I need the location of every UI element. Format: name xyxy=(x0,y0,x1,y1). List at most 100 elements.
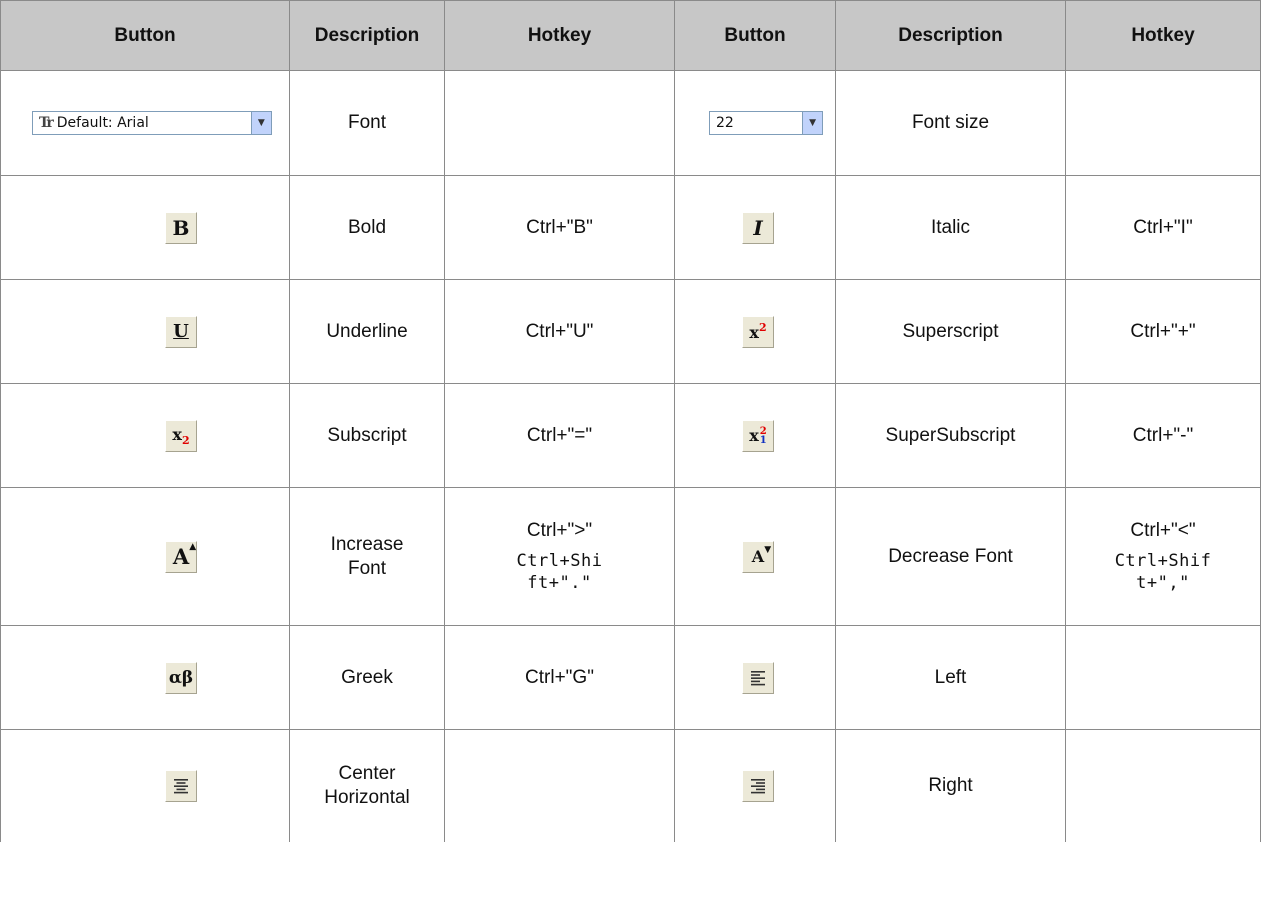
button-cell: A ▲ xyxy=(0,487,290,626)
header-description: Description xyxy=(835,0,1066,71)
hotkey-primary: Ctrl+">" xyxy=(526,519,593,541)
button-cell xyxy=(674,625,836,730)
header-hotkey: Hotkey xyxy=(1065,0,1261,71)
table-row: U Underline Ctrl+"U" x2 Superscript Ctrl… xyxy=(0,279,1261,384)
stack-bottom-digit: 1 xyxy=(759,434,767,446)
align-right-button[interactable] xyxy=(742,770,774,802)
superscript-button[interactable]: x2 xyxy=(742,315,774,348)
font-size-value: 22 xyxy=(716,115,734,131)
hotkey-cell: Ctrl+">" Ctrl+Shift+"." xyxy=(444,487,675,626)
header-button: Button xyxy=(0,0,290,71)
description-text: Center Horizontal xyxy=(324,763,410,808)
subscript-button[interactable]: x2 xyxy=(165,419,197,452)
description-cell: Increase Font xyxy=(289,487,445,626)
subscript-digit: 2 xyxy=(181,433,190,447)
hotkey-cell: Ctrl+"-" xyxy=(1065,383,1261,488)
header-button: Button xyxy=(674,0,836,71)
button-cell: I xyxy=(674,175,836,280)
align-left-icon xyxy=(751,670,765,685)
hotkey-cell: Ctrl+"U" xyxy=(444,279,675,384)
description-cell: Superscript xyxy=(835,279,1066,384)
font-name: Default: Arial xyxy=(56,115,149,131)
chevron-down-icon[interactable]: ▼ xyxy=(250,112,271,134)
align-center-button[interactable] xyxy=(165,770,197,802)
description-cell: Right xyxy=(835,729,1066,842)
description-cell: Greek xyxy=(289,625,445,730)
truetype-icon: Tr xyxy=(39,115,54,131)
description-cell: Underline xyxy=(289,279,445,384)
increase-font-icon: A ▲ xyxy=(172,542,196,569)
up-arrow-icon: ▲ xyxy=(189,542,197,552)
toolbar-reference-table: Button Description Hotkey Button Descrip… xyxy=(0,0,1261,842)
button-cell: A ▼ xyxy=(674,487,836,626)
description-cell: SuperSubscript xyxy=(835,383,1066,488)
greek-button[interactable]: αβ xyxy=(165,661,197,694)
table-row: Center Horizontal Right xyxy=(0,729,1261,842)
hotkey-cell xyxy=(1065,729,1261,842)
align-center-icon xyxy=(174,779,188,794)
base-x: x xyxy=(172,424,182,444)
bold-button[interactable]: B xyxy=(165,211,197,244)
description-cell: Bold xyxy=(289,175,445,280)
align-right-icon xyxy=(751,779,765,794)
hotkey-alternate: Ctrl+Shift+"," xyxy=(1114,550,1212,593)
letter-a: A xyxy=(172,544,190,569)
base-x: x xyxy=(749,323,759,342)
hotkey-cell xyxy=(444,729,675,842)
italic-icon: I xyxy=(753,215,763,240)
font-size-combobox[interactable]: 22 ▼ xyxy=(709,111,823,135)
down-arrow-icon: ▼ xyxy=(764,545,772,555)
table-row: A ▲ Increase Font Ctrl+">" Ctrl+Shift+"."… xyxy=(0,487,1261,626)
hotkey-cell: Ctrl+"=" xyxy=(444,383,675,488)
hotkey-cell: Ctrl+"G" xyxy=(444,625,675,730)
hotkey-alternate: Ctrl+Shift+"." xyxy=(516,550,603,593)
description-cell: Center Horizontal xyxy=(289,729,445,842)
base-x: x xyxy=(749,426,759,445)
description-cell: Font xyxy=(289,70,445,176)
underline-icon: U xyxy=(173,321,189,342)
supersubscript-icon: x21 xyxy=(749,426,767,445)
description-cell: Font size xyxy=(835,70,1066,176)
button-cell: B xyxy=(0,175,290,280)
increase-font-button[interactable]: A ▲ xyxy=(165,540,197,573)
description-cell: Subscript xyxy=(289,383,445,488)
description-cell: Left xyxy=(835,625,1066,730)
supersubscript-button[interactable]: x21 xyxy=(742,419,774,452)
hotkey-cell: Ctrl+"I" xyxy=(1065,175,1261,280)
button-cell: x2 xyxy=(674,279,836,384)
button-cell xyxy=(674,729,836,842)
header-row: Button Description Hotkey Button Descrip… xyxy=(0,0,1261,71)
subscript-icon: x2 xyxy=(172,425,189,447)
bold-icon: B xyxy=(172,215,190,240)
superscript-digit: 2 xyxy=(758,321,767,334)
decrease-font-button[interactable]: A ▼ xyxy=(742,540,774,573)
button-cell xyxy=(0,729,290,842)
italic-button[interactable]: I xyxy=(742,211,774,244)
header-hotkey: Hotkey xyxy=(444,0,675,71)
underline-button[interactable]: U xyxy=(165,315,197,348)
button-cell: 22 ▼ xyxy=(674,70,836,176)
align-left-button[interactable] xyxy=(742,661,774,694)
button-cell: x2 xyxy=(0,383,290,488)
button-cell: αβ xyxy=(0,625,290,730)
table-row: Tr Default: Arial ▼ Font 22 ▼ Font size xyxy=(0,70,1261,176)
button-cell: Tr Default: Arial ▼ xyxy=(0,70,290,176)
chevron-down-icon[interactable]: ▼ xyxy=(802,112,822,134)
header-description: Description xyxy=(289,0,445,71)
hotkey-cell: Ctrl+"B" xyxy=(444,175,675,280)
button-cell: U xyxy=(0,279,290,384)
greek-icon: αβ xyxy=(168,667,194,688)
description-cell: Italic xyxy=(835,175,1066,280)
hotkey-primary: Ctrl+"<" xyxy=(1130,519,1196,541)
letter-a: A xyxy=(751,547,765,566)
table-row: αβ Greek Ctrl+"G" Left xyxy=(0,625,1261,730)
description-text: Increase Font xyxy=(330,533,404,579)
hotkey-cell xyxy=(1065,70,1261,176)
table-row: x2 Subscript Ctrl+"=" x21 SuperSubscript… xyxy=(0,383,1261,488)
hotkey-cell xyxy=(444,70,675,176)
table-row: B Bold Ctrl+"B" I Italic Ctrl+"I" xyxy=(0,175,1261,280)
superscript-icon: x2 xyxy=(749,321,766,342)
font-combobox[interactable]: Tr Default: Arial ▼ xyxy=(32,111,272,135)
stacked-digits: 21 xyxy=(759,426,767,446)
description-cell: Decrease Font xyxy=(835,487,1066,626)
